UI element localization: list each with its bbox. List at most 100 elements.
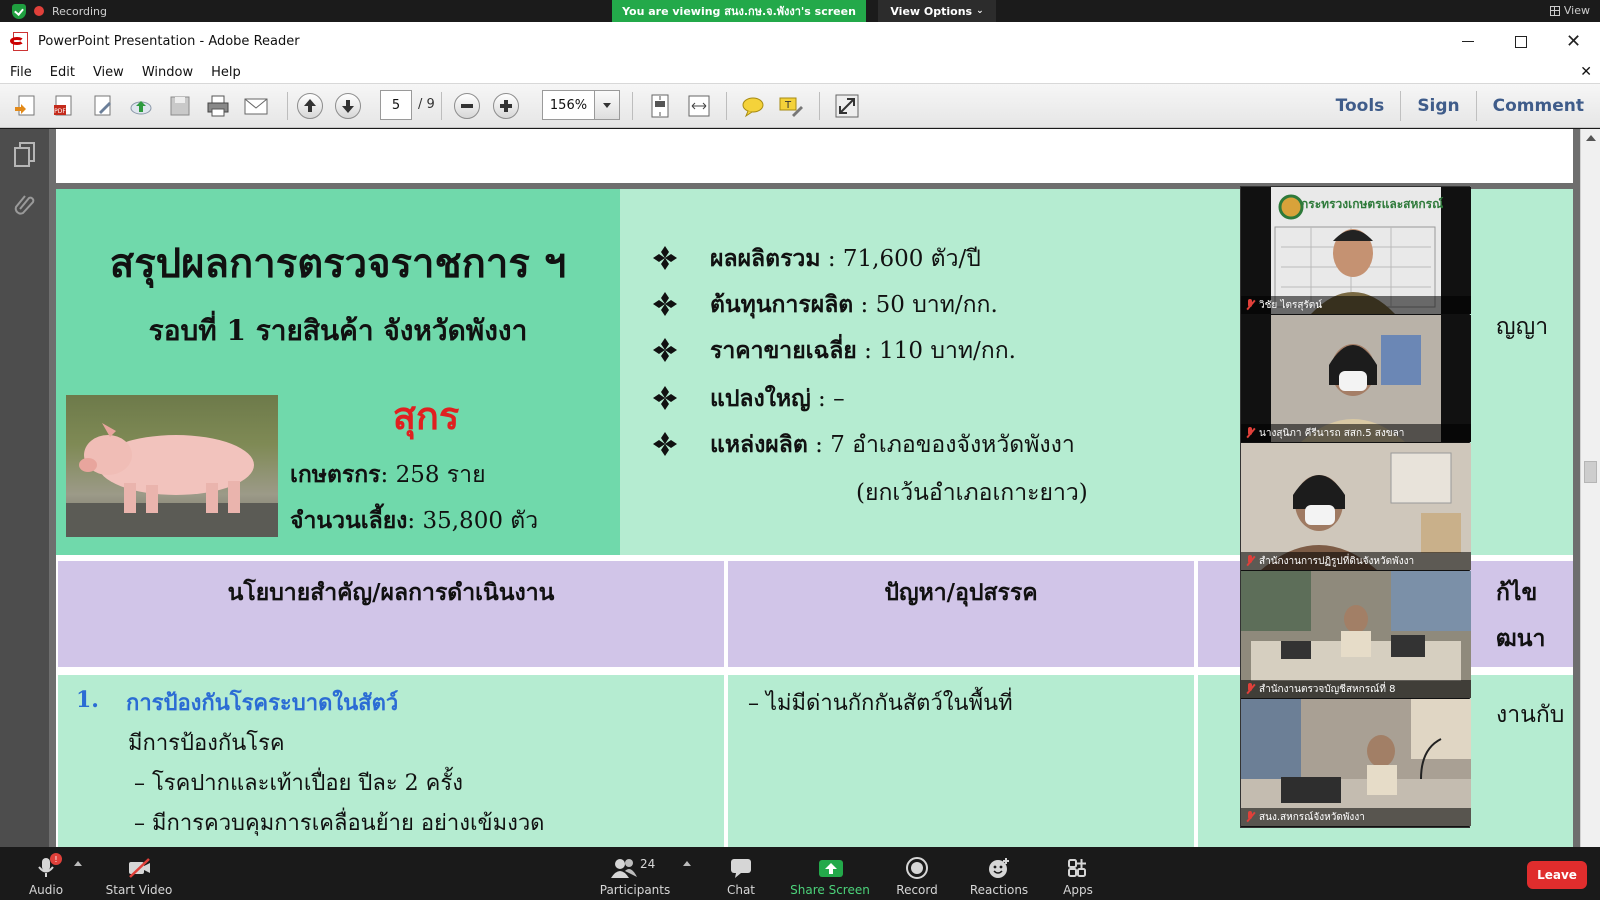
leave-meeting-button[interactable]: Leave <box>1527 861 1587 889</box>
full-screen-icon[interactable] <box>834 93 860 119</box>
view-options-button[interactable]: View Options ⌄ <box>878 0 996 22</box>
menu-window[interactable]: Window <box>133 65 202 80</box>
sign-pane-button[interactable]: Sign <box>1400 91 1475 121</box>
recording-dot-icon <box>34 6 44 16</box>
create-pdf-icon[interactable] <box>13 93 39 119</box>
window-title: PowerPoint Presentation - Adobe Reader <box>38 34 300 49</box>
participant-name: สำนักงานตรวจบัญชีสหกรณ์ที่ 8 <box>1259 683 1396 695</box>
share-screen-button[interactable]: Share Screen <box>790 851 870 897</box>
chevron-down-icon <box>603 102 611 108</box>
zoom-level-input[interactable]: 156% <box>542 90 594 120</box>
fit-width-icon[interactable] <box>686 93 712 119</box>
navigation-pane <box>0 129 49 847</box>
menu-help[interactable]: Help <box>202 65 250 80</box>
chat-button[interactable]: Chat <box>716 851 766 897</box>
diamond-bullet-icon <box>653 432 677 456</box>
participants-options-caret[interactable] <box>683 861 691 866</box>
start-video-button[interactable]: Start Video <box>104 851 174 897</box>
participant-name: นางสุนิภา คีรีนารถ สสก.5 สงขลา <box>1259 427 1405 439</box>
apps-button[interactable]: Apps <box>1054 851 1102 897</box>
reactions-label: Reactions <box>969 883 1029 897</box>
minimize-button[interactable] <box>1441 22 1494 61</box>
farmers-label: เกษตรกร <box>290 461 381 488</box>
apps-label: Apps <box>1063 883 1093 897</box>
bullet-item: ราคาขายเฉลี่ย : 110 บาท/กก. <box>652 333 1212 373</box>
minus-icon <box>461 104 473 108</box>
participants-button[interactable]: 24 Participants <box>598 851 672 897</box>
pdf-open-icon[interactable]: PDF <box>51 93 77 119</box>
edit-pdf-icon[interactable] <box>90 93 116 119</box>
zoom-out-button[interactable] <box>454 93 480 119</box>
screen: Recording You are viewing สนง.กษ.จ.พังงา… <box>0 0 1600 900</box>
mic-muted-icon <box>1245 683 1255 695</box>
vertical-scrollbar[interactable] <box>1580 129 1600 847</box>
toolbar-panes: Tools Sign Comment <box>1320 84 1600 128</box>
diamond-bullet-icon <box>653 292 677 316</box>
menu-edit[interactable]: Edit <box>41 65 84 80</box>
security-shield-icon[interactable] <box>12 3 26 19</box>
comment-pane-button[interactable]: Comment <box>1475 91 1600 121</box>
participant-video-tile[interactable]: สนง.สหกรณ์จังหวัดพังงา <box>1241 699 1471 826</box>
zoom-dropdown-button[interactable] <box>594 90 620 120</box>
video-gallery: กระทรวงเกษตรและสหกรณ์ วิชัย ไตรสุรัตน์ น… <box>1240 186 1471 828</box>
reactions-smiley-icon <box>987 857 1011 879</box>
participant-name-bar: วิชัย ไตรสุรัตน์ <box>1241 296 1471 314</box>
tools-pane-button[interactable]: Tools <box>1320 91 1401 121</box>
zoom-in-button[interactable] <box>493 93 519 119</box>
zoom-share-bar: Recording You are viewing สนง.กษ.จ.พังงา… <box>0 0 1600 22</box>
participant-video-tile[interactable]: สำนักงานตรวจบัญชีสหกรณ์ที่ 8 <box>1241 571 1471 698</box>
scroll-up-icon[interactable] <box>1586 135 1596 141</box>
close-window-button[interactable]: ✕ <box>1547 22 1600 61</box>
cloud-upload-icon[interactable] <box>128 93 154 119</box>
maximize-button[interactable] <box>1494 22 1547 61</box>
herd-count: จำนวนเลี้ยง: 35,800 ตัว <box>290 503 538 539</box>
diamond-bullet-icon <box>653 246 677 270</box>
arrow-down-icon <box>342 100 354 113</box>
menu-bar: File Edit View Window Help ✕ <box>0 61 1600 84</box>
participant-name-bar: สนง.สหกรณ์จังหวัดพังงา <box>1241 808 1471 826</box>
policy-line: – โรคปากและเท้าเปื่อย ปีละ 2 ครั้ง <box>134 771 463 796</box>
save-icon[interactable] <box>167 93 193 119</box>
gallery-view-button[interactable]: View <box>1549 4 1590 17</box>
bullet-label: ต้นทุนการผลิต <box>710 291 854 318</box>
page-number-input[interactable]: 5 <box>380 90 412 120</box>
record-button[interactable]: Record <box>892 851 942 897</box>
participant-video-tile[interactable]: สำนักงานการปฏิรูปที่ดินจังหวัดพังงา <box>1241 443 1471 570</box>
product-name: สุกร <box>392 393 460 438</box>
microphone-icon: ! <box>34 853 62 879</box>
record-icon <box>905 857 929 879</box>
menu-view[interactable]: View <box>84 65 133 80</box>
apps-icon <box>1066 857 1090 879</box>
close-document-icon[interactable]: ✕ <box>1580 64 1592 80</box>
participant-video-tile[interactable]: นางสุนิภา คีรีนารถ สสก.5 สงขลา <box>1241 315 1471 442</box>
next-page-button[interactable] <box>335 93 361 119</box>
policy-line: มีการป้องกันโรค <box>128 731 285 756</box>
bullet-item: ผลผลิตรวม : 71,600 ตัว/ปี <box>652 241 1212 281</box>
highlight-text-icon[interactable]: T <box>778 93 804 119</box>
chat-bubble-icon <box>729 857 753 879</box>
participant-video-tile[interactable]: กระทรวงเกษตรและสหกรณ์ วิชัย ไตรสุรัตน์ <box>1241 187 1471 314</box>
chat-label: Chat <box>726 883 756 897</box>
slide-subtitle: รอบที่ 1 รายสินค้า จังหวัดพังงา <box>148 314 528 347</box>
scrollbar-thumb[interactable] <box>1584 461 1597 483</box>
sticky-note-icon[interactable] <box>740 93 766 119</box>
email-icon[interactable] <box>243 93 269 119</box>
menu-file[interactable]: File <box>0 65 41 80</box>
reactions-button[interactable]: Reactions <box>966 851 1032 897</box>
participants-label: Participants <box>599 883 671 897</box>
view-label: View <box>1563 4 1590 17</box>
attachments-icon[interactable] <box>12 191 38 217</box>
print-icon[interactable] <box>205 93 231 119</box>
bullet-value: : 110 บาท/กก. <box>856 338 1016 364</box>
audio-options-caret[interactable] <box>74 861 82 866</box>
slide-title: สรุปผลการตรวจราชการ ฯ <box>109 240 567 287</box>
toolbar-separator <box>632 92 633 120</box>
previous-page-button[interactable] <box>297 93 323 119</box>
bullet-value: : 50 บาท/กก. <box>853 292 998 318</box>
page-thumbnails-icon[interactable] <box>14 142 36 168</box>
farmers-count: เกษตรกร: 258 ราย <box>290 457 486 493</box>
fit-page-icon[interactable] <box>647 93 673 119</box>
audio-button[interactable]: ! Audio <box>24 851 68 897</box>
bullet-label: แปลงใหญ่ <box>710 385 811 412</box>
participant-name-bar: นางสุนิภา คีรีนารถ สสก.5 สงขลา <box>1241 424 1471 442</box>
